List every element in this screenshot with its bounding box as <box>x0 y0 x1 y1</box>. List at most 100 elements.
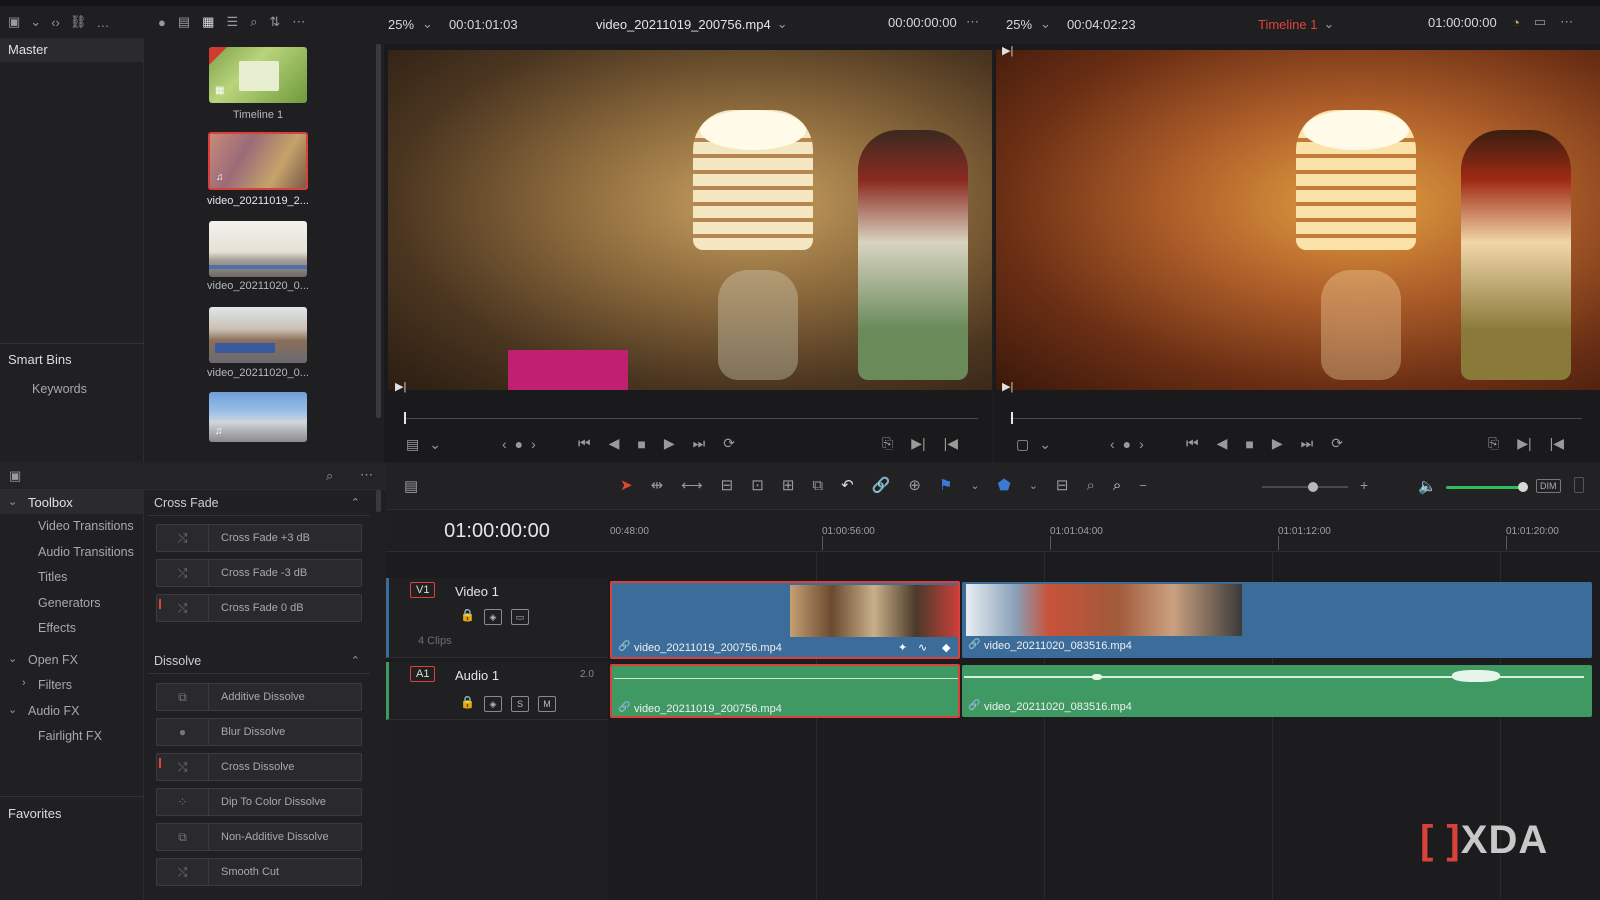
options-icon[interactable]: ⋯ <box>360 467 373 483</box>
timeline-scrubber[interactable] <box>1010 418 1582 419</box>
audio-track-id[interactable]: A1 <box>410 666 436 682</box>
source-video-frame[interactable] <box>388 50 992 390</box>
jog-right-icon[interactable]: › <box>531 436 536 452</box>
chevron-down-icon[interactable]: ⌄ <box>30 14 41 30</box>
audio-clip-1[interactable]: 🔗 video_20211019_200756.mp4 <box>610 664 960 718</box>
search-icon[interactable]: ⌕ <box>250 14 257 30</box>
zoom-out-icon[interactable]: − <box>1139 478 1147 493</box>
left-zoom[interactable]: 25% <box>388 17 414 32</box>
right-zoom[interactable]: 25% <box>1006 17 1032 32</box>
cross-fade-section[interactable]: Cross Fade ⌃ <box>148 490 370 516</box>
link-icon[interactable]: ⛓ <box>70 14 87 30</box>
zoom-in-icon[interactable]: + <box>1360 477 1368 493</box>
zoom-slider[interactable] <box>1262 486 1348 488</box>
more-icon[interactable]: … <box>96 14 109 30</box>
zoom-dropdown-icon[interactable]: ⌄ <box>422 16 433 32</box>
stop-icon[interactable]: ■ <box>1245 436 1253 452</box>
fx-cross-fade-minus3[interactable]: ⤭ Cross Fade -3 dB <box>156 559 362 587</box>
code-icon[interactable]: ‹› <box>51 14 60 30</box>
snap-icon[interactable]: ↶ <box>841 476 854 494</box>
list-icon[interactable]: ☰ <box>226 14 238 30</box>
bin-master[interactable]: Master <box>0 38 144 62</box>
media-item-clip[interactable] <box>209 221 307 277</box>
list-view-icon[interactable]: ▤ <box>178 14 190 30</box>
zoom-slider-thumb[interactable] <box>1308 482 1318 492</box>
mark-out-icon[interactable]: |◀ <box>944 435 958 452</box>
zoom-dropdown-icon[interactable]: ⌄ <box>1040 16 1051 32</box>
source-playhead[interactable] <box>404 412 406 424</box>
timeline-ruler[interactable] <box>608 510 1600 552</box>
chevron-down-icon[interactable]: ⌄ <box>1029 479 1038 492</box>
timeline-view-icon[interactable]: ▤ <box>404 477 418 495</box>
trim-icon[interactable]: ⇹ <box>651 476 664 494</box>
auto-select-icon[interactable]: ◈ <box>484 696 502 712</box>
options-icon[interactable]: ⋯ <box>1560 14 1573 30</box>
speaker-icon[interactable]: 🔈 <box>1418 477 1437 495</box>
media-item-clip[interactable]: ♫ <box>208 132 308 190</box>
zoom-custom-icon[interactable]: ⌕ <box>1113 477 1121 494</box>
media-item-clip[interactable]: ♫ <box>209 392 307 442</box>
loop-icon[interactable]: ⟳ <box>723 435 735 452</box>
timeline-selector[interactable]: Timeline 1 ⌄ <box>1258 14 1334 34</box>
match-frame-icon[interactable]: ⎘ <box>1488 435 1499 452</box>
search-icon[interactable]: ⌕ <box>326 468 333 484</box>
toolbox-generators[interactable]: Generators <box>38 591 134 617</box>
meter-icon[interactable] <box>1574 477 1584 493</box>
filters[interactable]: Filters <box>38 678 72 692</box>
match-frame-icon[interactable]: ⎘ <box>882 435 893 452</box>
blade-icon[interactable]: ⊟ <box>721 476 734 494</box>
dynamic-trim-icon[interactable]: ⟷ <box>681 476 703 494</box>
open-fx[interactable]: Open FX <box>28 653 78 667</box>
mute-button[interactable]: M <box>538 696 556 712</box>
fx-blur-dissolve[interactable]: ● Blur Dissolve <box>156 718 362 746</box>
favorites-heading[interactable]: Favorites <box>8 806 61 821</box>
jog-right-icon[interactable]: › <box>1139 436 1144 452</box>
panel-layout-icon[interactable]: ▣ <box>8 14 20 30</box>
jog-left-icon[interactable]: ‹ <box>502 436 507 452</box>
zoom-detail-icon[interactable]: ⌕ <box>1086 477 1094 494</box>
safe-area-icon[interactable]: ▢ <box>1016 436 1029 453</box>
toolbox-audio-transitions[interactable]: Audio Transitions <box>38 540 134 566</box>
viewer-mode-icon[interactable]: ▭ <box>1534 14 1546 30</box>
audio-track-name[interactable]: Audio 1 <box>455 668 499 683</box>
audio-clip-2[interactable]: 🔗 video_20211020_083516.mp4 <box>962 665 1592 717</box>
skip-end-icon[interactable]: ⏭ <box>693 435 706 452</box>
chevron-down-icon[interactable]: ⌄ <box>970 479 979 492</box>
color-wheel-icon[interactable]: ◔ <box>1512 14 1520 30</box>
grid-view-icon[interactable]: ▦ <box>202 14 214 30</box>
loop-icon[interactable]: ⟳ <box>1331 435 1343 452</box>
clip-frame-icon[interactable]: ▤ <box>406 436 419 453</box>
play-reverse-icon[interactable]: ◀ <box>609 435 620 452</box>
jog-dot-icon[interactable]: ● <box>515 436 523 452</box>
options-icon[interactable]: ⋯ <box>292 14 305 30</box>
solo-button[interactable]: S <box>511 696 529 712</box>
audio-fx[interactable]: Audio FX <box>28 704 79 718</box>
lock-icon[interactable]: 🔒 <box>460 695 475 709</box>
lock-icon[interactable]: 🔒 <box>460 608 475 622</box>
fx-non-additive-dissolve[interactable]: ⧉ Non-Additive Dissolve <box>156 823 362 851</box>
fx-cross-fade-plus3[interactable]: ⤭ Cross Fade +3 dB <box>156 524 362 552</box>
dim-button[interactable]: DIM <box>1536 479 1561 493</box>
dot-icon[interactable]: ● <box>158 14 166 30</box>
fairlight-fx[interactable]: Fairlight FX <box>38 729 102 743</box>
media-item-timeline[interactable]: ▦ <box>209 47 307 103</box>
link-icon[interactable]: 🔗 <box>872 476 891 494</box>
chevron-up-icon[interactable]: ⌃ <box>351 648 360 674</box>
skip-end-icon[interactable]: ⏭ <box>1301 435 1314 452</box>
insert-icon[interactable]: ⊡ <box>751 476 764 494</box>
play-icon[interactable]: ▶ <box>664 435 675 452</box>
marker-icon[interactable]: ⬟ <box>998 476 1011 494</box>
video-track-name[interactable]: Video 1 <box>455 584 499 599</box>
timeline-video-frame[interactable] <box>996 50 1600 390</box>
flag-icon[interactable]: ⚑ <box>939 476 952 494</box>
fx-dip-to-color[interactable]: ⁘ Dip To Color Dissolve <box>156 788 362 816</box>
options-icon[interactable]: ⋯ <box>966 14 979 30</box>
media-item-clip[interactable] <box>209 307 307 363</box>
bin-keywords[interactable]: Keywords <box>32 382 87 396</box>
play-icon[interactable]: ▶ <box>1272 435 1283 452</box>
chevron-down-icon[interactable]: ⌄ <box>1039 436 1051 453</box>
mark-out-icon[interactable]: |◀ <box>1550 435 1564 452</box>
jog-left-icon[interactable]: ‹ <box>1110 436 1115 452</box>
chevron-up-icon[interactable]: ⌃ <box>351 490 360 516</box>
fx-smooth-cut[interactable]: ⤭ Smooth Cut <box>156 858 362 886</box>
